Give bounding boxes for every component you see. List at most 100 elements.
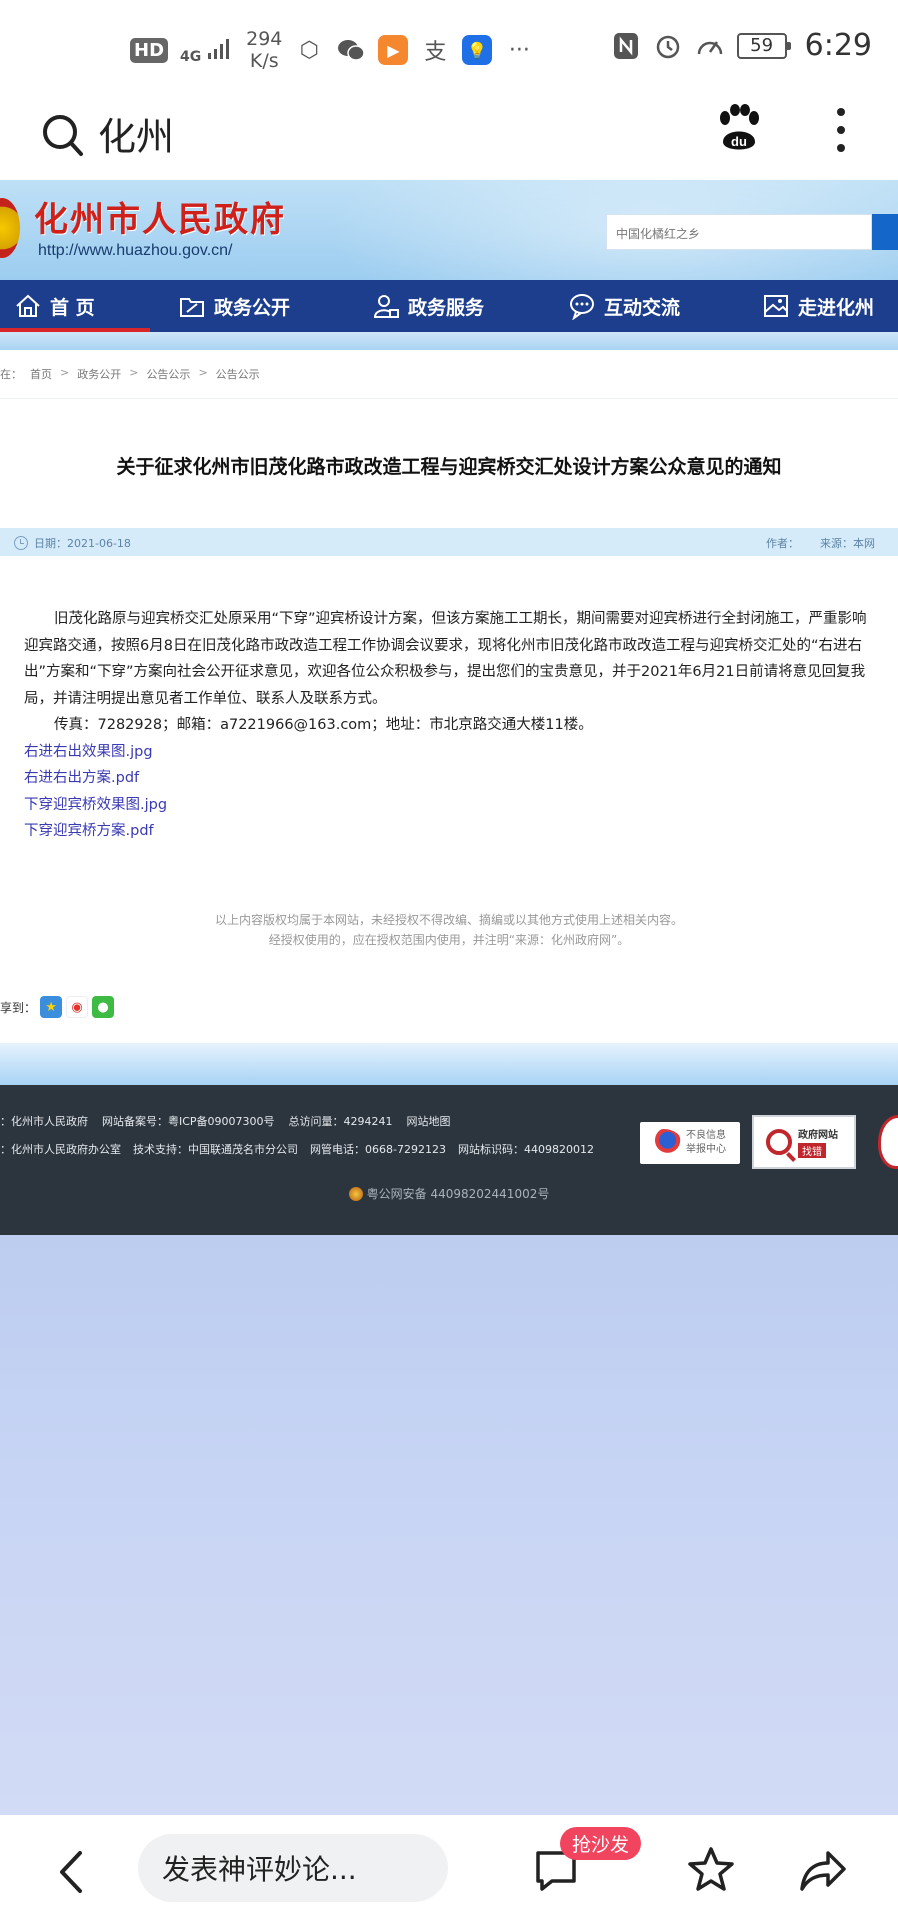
network-indicator: 4G	[180, 37, 234, 64]
footer-icp[interactable]: 网站备案号：粤ICP备09007300号	[102, 1113, 275, 1129]
status-left: HD 4G 294 K/s ⬡ ▶ 支 💡 ···	[130, 28, 534, 72]
share-icon[interactable]	[798, 1845, 848, 1895]
nav-item-gov-affairs[interactable]: 政务公开	[178, 280, 290, 332]
footer-phone: 网管电话：0668-7292123	[310, 1143, 446, 1156]
article-contact: 传真：7282928；邮箱：a7221966@163.com；地址：市北京路交通…	[54, 717, 593, 733]
attachment-link[interactable]: 下穿迎宾桥方案.pdf	[24, 818, 880, 845]
party-gov-badge-icon[interactable]	[878, 1115, 898, 1169]
site-error-text-1: 政府网站	[798, 1130, 838, 1141]
footer-sitemap-link[interactable]: 网站地图	[407, 1113, 451, 1129]
search-icon[interactable]	[42, 112, 84, 158]
search-query[interactable]: 化州	[98, 106, 174, 161]
site-error-report-badge[interactable]: 政府网站 找错	[752, 1115, 856, 1169]
article-title: 关于征求化州市旧茂化路市政改造工程与迎宾桥交汇处设计方案公众意见的通知	[116, 456, 782, 478]
share-label: 享到：	[0, 1000, 37, 1015]
network-label: 4G	[180, 48, 202, 65]
footer-sponsor: ：化州市人民政府	[0, 1115, 88, 1128]
site-search-input[interactable]: 中国化橘红之乡	[606, 214, 872, 250]
nav-label-gov-affairs: 政务公开	[214, 296, 291, 319]
article-date-wrap: 日期：2021-06-18	[14, 535, 131, 551]
footer-site-id: 网站标识码：4409820012	[457, 1143, 594, 1156]
attachment-link[interactable]: 右进右出方案.pdf	[24, 765, 880, 792]
site-error-text: 政府网站 找错	[798, 1126, 838, 1158]
footer-visits: 总访问量：4294241	[288, 1115, 393, 1128]
nav-label-about: 走进化州	[798, 296, 875, 319]
police-record[interactable]: 粤公网安备 44098202441002号	[0, 1185, 898, 1202]
baidu-paw-icon[interactable]: du	[715, 104, 763, 154]
clock-icon	[14, 536, 28, 550]
battery-indicator: 59	[736, 32, 791, 59]
qzone-share-icon[interactable]: ★	[40, 996, 63, 1018]
breadcrumb-separator: >	[60, 366, 70, 379]
site-url: http://www.huazhou.gov.cn/	[38, 242, 233, 259]
breadcrumb-item-notices[interactable]: 公告公示	[146, 366, 190, 382]
picture-icon	[764, 295, 788, 317]
bulb-app-icon: 💡	[462, 35, 493, 65]
site-name[interactable]: 化州市人民政府	[34, 192, 286, 241]
net-speed: 294 K/s	[246, 28, 282, 72]
nav-decor-band	[0, 332, 898, 350]
page-background	[0, 1235, 898, 1815]
browser-bottom-bar: 发表神评妙论... 抢沙发	[0, 1815, 898, 1920]
copyright-line-1: 以上内容版权均属于本网站，未经授权不得改编、摘编或以其他方式使用上述相关内容。	[214, 913, 683, 927]
site-nav: 首 页 政务公开 政务服务 互动交流 走进化州	[0, 280, 898, 332]
attachment-link[interactable]: 下穿迎宾桥效果图.jpg	[24, 792, 880, 819]
article-body: 旧茂化路原与迎宾桥交汇处原采用“下穿”迎宾桥设计方案，但该方案施工工期长，期间需…	[24, 606, 880, 845]
comment-input[interactable]: 发表神评妙论...	[138, 1834, 448, 1902]
breadcrumb-separator: >	[129, 366, 139, 379]
svg-text:du: du	[731, 134, 747, 149]
back-icon[interactable]	[52, 1847, 92, 1897]
copyright-line-2: 经授权使用的，应在授权范围内使用，并注明“来源：化州政府网”。	[268, 933, 630, 947]
breadcrumb-separator: >	[198, 366, 208, 379]
nfc-icon	[611, 31, 641, 61]
net-speed-unit: K/s	[249, 50, 279, 72]
copyright-notice: 以上内容版权均属于本网站，未经授权不得改编、摘编或以其他方式使用上述相关内容。 …	[0, 910, 898, 950]
alarm-icon	[653, 31, 683, 61]
site-header: 化州市人民政府 http://www.huazhou.gov.cn/ 中国化橘红…	[0, 180, 898, 280]
chat-icon	[570, 294, 594, 320]
wechat-share-icon[interactable]: ●	[92, 996, 115, 1018]
report-center-badge[interactable]: 不良信息 举报中心	[640, 1122, 740, 1164]
footer-decor-band	[0, 1043, 898, 1085]
magnifier-icon	[766, 1129, 792, 1155]
nav-item-gov-services[interactable]: 政务服务	[372, 280, 484, 332]
site-error-text-2: 找错	[798, 1143, 826, 1158]
footer-tech-support: 技术支持：中国联通茂名市分公司	[133, 1143, 298, 1156]
more-notifications-icon: ···	[508, 37, 530, 63]
alipay-icon: 支	[424, 40, 447, 65]
signal-icon	[208, 38, 230, 59]
status-right: 59 6:29	[611, 28, 872, 63]
site-footer: ：化州市人民政府 网站备案号：粤ICP备09007300号 总访问量：42942…	[0, 1085, 898, 1235]
more-menu-icon[interactable]	[836, 108, 846, 156]
article-source: 来源：本网	[820, 537, 875, 550]
report-center-text-1: 不良信息	[686, 1130, 726, 1141]
folder-icon	[180, 298, 204, 317]
attachment-link[interactable]: 右进右出效果图.jpg	[24, 739, 880, 766]
nav-item-interaction[interactable]: 互动交流	[568, 280, 680, 332]
report-center-text: 不良信息 举报中心	[686, 1129, 726, 1157]
breadcrumb-item-gov-affairs[interactable]: 政务公开	[77, 366, 121, 382]
nav-item-home[interactable]: 首 页	[14, 280, 95, 332]
police-badge-icon	[348, 1186, 363, 1201]
net-speed-value: 294	[246, 28, 283, 50]
report-center-logo-icon	[646, 1129, 682, 1157]
share-bar: 享到： ★ ◉ ●	[0, 996, 115, 1018]
nav-label-interaction: 互动交流	[604, 296, 681, 319]
nav-item-about[interactable]: 走进化州	[762, 280, 874, 332]
hexagon-icon: ⬡	[299, 37, 319, 63]
star-icon[interactable]	[686, 1845, 736, 1895]
comment-count-badge[interactable]: 抢沙发	[560, 1827, 642, 1860]
nav-label-home: 首 页	[50, 296, 95, 319]
home-icon	[16, 294, 40, 317]
breadcrumb-item-home[interactable]: 首页	[30, 366, 52, 382]
breadcrumb-item-notices-current[interactable]: 公告公示	[216, 366, 260, 382]
article-paragraph: 旧茂化路原与迎宾桥交汇处原采用“下穿”迎宾桥设计方案，但该方案施工工期长，期间需…	[24, 611, 867, 707]
article-author: 作者：	[766, 537, 799, 550]
site-search-button[interactable]	[872, 214, 898, 250]
speedometer-icon	[695, 31, 725, 61]
weibo-share-icon[interactable]: ◉	[66, 996, 89, 1018]
national-emblem-icon	[0, 198, 20, 258]
browser-search-bar[interactable]: 化州 du	[0, 104, 898, 180]
police-record-text: 粤公网安备 44098202441002号	[366, 1187, 550, 1201]
footer-line-2: ：化州市人民政府办公室 技术支持：中国联通茂名市分公司 网管电话：0668-72…	[0, 1141, 594, 1157]
